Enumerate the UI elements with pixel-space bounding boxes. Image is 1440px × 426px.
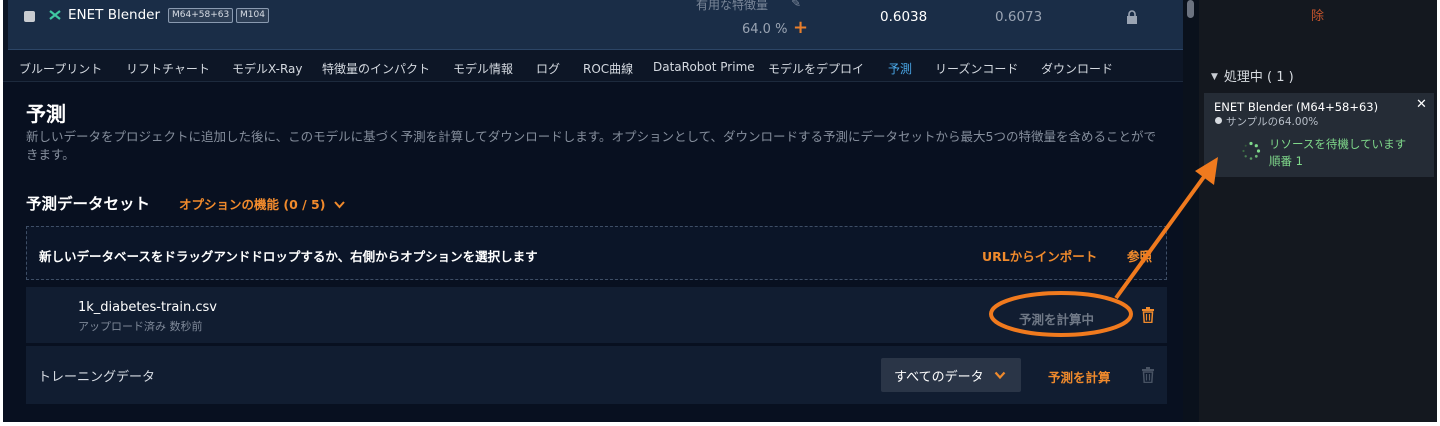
queue-top-text[interactable]: 除: [1311, 5, 1324, 24]
model-row[interactable]: ENET Blender M64+58+63 M104 有用な特徴量 ✎ 64.…: [8, 0, 1183, 50]
optional-features-link[interactable]: オプションの機能 (0 / 5): [179, 194, 345, 213]
job-queue-position: 順番 1: [1269, 154, 1303, 168]
optional-features-label: オプションの機能 (0 / 5): [179, 197, 326, 212]
data-partition-select[interactable]: すべてのデータ: [881, 358, 1021, 392]
page-title: 予測: [26, 102, 66, 126]
chevron-down-icon: [334, 201, 345, 209]
browse-link[interactable]: 参照: [1127, 246, 1152, 265]
scrollbar[interactable]: [1183, 0, 1199, 422]
sample-dot-icon: [1215, 117, 1222, 124]
training-data-label: トレーニングデータ: [38, 370, 156, 385]
data-partition-value: すべてのデータ: [894, 370, 984, 385]
tab-reason-codes[interactable]: リーズンコード: [935, 60, 1018, 77]
compute-predictions-button[interactable]: 予測を計算: [1048, 367, 1111, 386]
close-icon[interactable]: ✕: [1416, 97, 1427, 112]
trash-icon: [1141, 367, 1155, 384]
model-panel: ENET Blender M64+58+63 M104 有用な特徴量 ✎ 64.…: [3, 0, 1183, 422]
predict-content: 予測 新しいデータをプロジェクトに追加した後に、このモデルに基づく予測を計算して…: [3, 82, 1183, 422]
model-badge-id: M104: [236, 8, 269, 23]
computing-predictions-button[interactable]: 予測を計算中: [1019, 309, 1094, 328]
processing-label: 処理中 ( 1 ): [1223, 70, 1294, 85]
tab-deploy-model[interactable]: モデルをデプロイ: [768, 60, 864, 77]
trash-icon[interactable]: [1141, 307, 1155, 324]
model-tabs: ブループリント リフトチャート モデルX-Ray 特徴量のインパクト モデル情報…: [3, 50, 1183, 82]
dataset-status: アップロード済み 数秒前: [78, 320, 203, 333]
dropzone-text: 新しいデータベースをドラッグアンドドロップするか、右側からオプションを選択します: [39, 249, 538, 264]
chevron-down-icon: [994, 371, 1006, 380]
training-data-row: トレーニングデータ すべてのデータ 予測を計算: [26, 346, 1167, 404]
tab-log[interactable]: ログ: [536, 60, 560, 77]
lock-icon: [1126, 9, 1138, 24]
dataset-name: 1k_diabetes-train.csv: [78, 300, 217, 315]
model-badge-blueprint: M64+58+63: [168, 8, 234, 23]
worker-queue-panel: 除 ▼ 処理中 ( 1 ) ENET Blender (M64+58+63) ✕ …: [1199, 0, 1437, 422]
file-dropzone[interactable]: 新しいデータベースをドラッグアンドドロップするか、右側からオプションを選択します…: [26, 226, 1167, 280]
model-name[interactable]: ENET Blender: [68, 7, 160, 23]
model-checkbox[interactable]: [24, 11, 35, 22]
app-window: ENET Blender M64+58+63 M104 有用な特徴量 ✎ 64.…: [3, 0, 1437, 422]
scrollbar-thumb[interactable]: [1187, 0, 1194, 18]
tab-download[interactable]: ダウンロード: [1041, 60, 1113, 77]
tab-datarobot-prime[interactable]: DataRobot Prime: [653, 60, 755, 74]
tab-lift-chart[interactable]: リフトチャート: [126, 60, 210, 77]
caret-down-icon: ▼: [1211, 72, 1218, 82]
tab-blueprint[interactable]: ブループリント: [19, 60, 102, 77]
tab-model-xray[interactable]: モデルX-Ray: [232, 60, 302, 77]
job-title: ENET Blender (M64+58+63): [1214, 100, 1379, 114]
add-sample-icon[interactable]: +: [793, 17, 808, 38]
job-sample: サンプルの64.00%: [1226, 116, 1319, 128]
tab-feature-impact[interactable]: 特徴量のインパクト: [322, 60, 430, 77]
processing-header[interactable]: ▼ 処理中 ( 1 ): [1211, 66, 1294, 85]
import-from-url-link[interactable]: URLからインポート: [982, 246, 1097, 265]
feature-list-icon: ✎: [791, 0, 802, 10]
validation-score: 0.6038: [880, 9, 928, 25]
tab-model-info[interactable]: モデル情報: [453, 60, 513, 77]
page-description: 新しいデータをプロジェクトに追加した後に、このモデルに基づく予測を計算してダウン…: [26, 129, 1156, 162]
dataset-row: 1k_diabetes-train.csv アップロード済み 数秒前 予測を計算…: [26, 287, 1167, 343]
tab-roc-curve[interactable]: ROC曲線: [583, 60, 633, 77]
sample-size: 64.0 %: [742, 22, 788, 37]
job-card: ENET Blender (M64+58+63) ✕ サンプルの64.00% リ…: [1204, 93, 1434, 177]
tab-predict[interactable]: 予測: [888, 60, 912, 77]
cross-validation-score: 0.6073: [995, 9, 1043, 25]
feature-list-label: 有用な特徴量: [696, 0, 769, 12]
spinner-icon: [1242, 141, 1261, 160]
section-title: 予測データセット: [26, 195, 151, 213]
job-status: リソースを待機しています: [1269, 137, 1407, 151]
blender-icon: [48, 8, 64, 24]
